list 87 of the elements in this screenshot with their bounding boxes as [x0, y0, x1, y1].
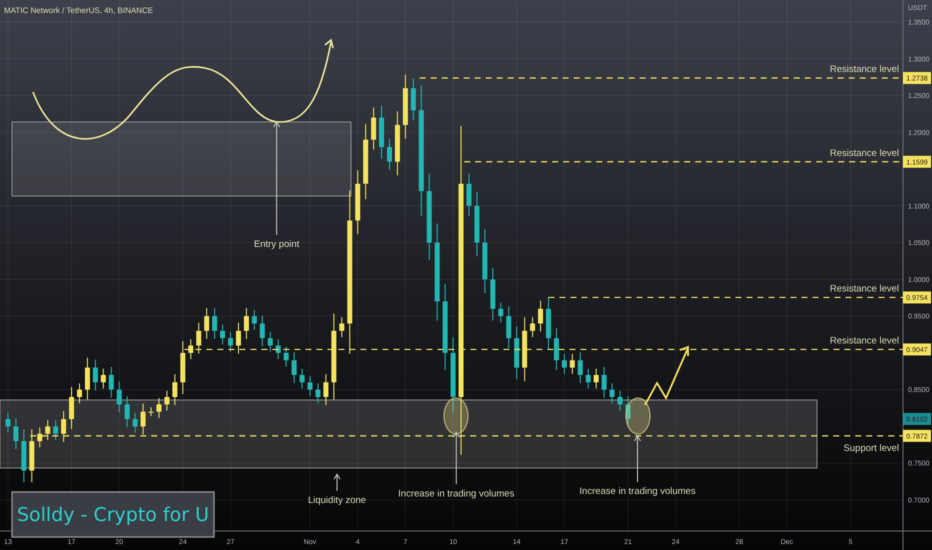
candlestick — [100, 368, 106, 390]
candlestick — [84, 357, 90, 400]
candlestick — [490, 267, 496, 322]
candlestick — [300, 368, 305, 390]
highlight-ellipse — [626, 398, 650, 434]
candlestick — [37, 427, 42, 448]
candlestick — [410, 78, 416, 121]
candlestick — [292, 352, 297, 384]
highlight-ellipse — [444, 398, 468, 434]
candlestick — [570, 354, 575, 374]
candlestick — [108, 366, 114, 398]
arrow-line — [634, 435, 641, 483]
candlestick — [69, 386, 74, 430]
note-label: Increase in trading volumes — [398, 488, 514, 500]
candlestick — [21, 428, 26, 483]
candlestick — [625, 396, 630, 428]
note-label: Entry point — [254, 239, 300, 250]
candlestick — [522, 316, 528, 382]
candlestick — [268, 331, 273, 352]
candlestick — [172, 374, 178, 406]
candlestick — [284, 346, 289, 367]
candlestick — [45, 420, 50, 441]
candlestick — [466, 173, 472, 216]
candlestick — [180, 340, 186, 395]
candlestick — [610, 382, 615, 404]
candlestick — [228, 331, 234, 352]
candlestick — [77, 382, 82, 404]
candlestick — [212, 308, 218, 340]
level-label: Resistance level — [830, 64, 899, 76]
arrow-line — [452, 431, 460, 485]
candlestick — [402, 74, 408, 140]
candlestick — [530, 316, 536, 338]
candlestick — [5, 412, 10, 434]
candlestick — [355, 170, 360, 235]
candlestick — [498, 302, 504, 323]
candlestick — [379, 105, 384, 160]
candlestick — [220, 324, 226, 345]
candlestick — [276, 338, 281, 360]
forecast-arrow — [644, 346, 689, 406]
candlestick — [164, 390, 170, 412]
candlestick — [562, 354, 567, 374]
candlestick — [29, 428, 34, 483]
candlestick — [578, 352, 583, 384]
candlestick — [618, 390, 623, 412]
candlestick — [506, 306, 512, 349]
candlestick — [260, 314, 265, 347]
candlestick — [554, 328, 559, 371]
candlestick — [586, 368, 591, 390]
candlestick — [252, 309, 257, 330]
candlestick — [188, 338, 194, 360]
candlestick — [116, 381, 122, 413]
candlestick — [92, 359, 98, 391]
candlestick — [148, 406, 154, 417]
note-label: Liquidity zone — [308, 494, 366, 506]
candlestick — [244, 308, 249, 340]
candlestick — [308, 376, 312, 396]
level-label: Support level — [844, 442, 899, 454]
arrow-line — [334, 473, 341, 492]
candlestick — [140, 403, 146, 436]
level-label: Resistance level — [830, 283, 899, 294]
candlestick — [323, 374, 328, 406]
candlestick — [387, 138, 392, 170]
candlestick — [315, 382, 320, 404]
candlestick — [204, 308, 210, 340]
candlestick — [394, 110, 400, 176]
candlestick — [538, 300, 544, 332]
note-label: Increase in trading volumes — [579, 486, 696, 498]
candlestick — [196, 322, 202, 354]
candlestick — [594, 368, 599, 390]
candlestick — [371, 107, 376, 150]
candlestick — [474, 192, 480, 257]
candlestick — [236, 322, 241, 354]
candlestick — [546, 296, 551, 350]
candlestick — [339, 316, 344, 338]
branding-badge: Solldy - Crypto for U — [11, 491, 215, 538]
candlestick — [602, 366, 607, 398]
candlestick — [53, 420, 58, 441]
level-label: Resistance level — [830, 148, 899, 159]
candlestick — [124, 396, 130, 428]
candlestick — [156, 398, 162, 418]
candlestick — [132, 412, 138, 434]
candlestick — [514, 326, 520, 380]
chart-title: MATIC Network / TetherUS, 4h, BINANCE — [4, 6, 154, 15]
level-label: Resistance level — [830, 335, 899, 346]
candlestick — [13, 418, 18, 450]
candlestick — [61, 410, 66, 442]
candlestick — [482, 228, 488, 294]
